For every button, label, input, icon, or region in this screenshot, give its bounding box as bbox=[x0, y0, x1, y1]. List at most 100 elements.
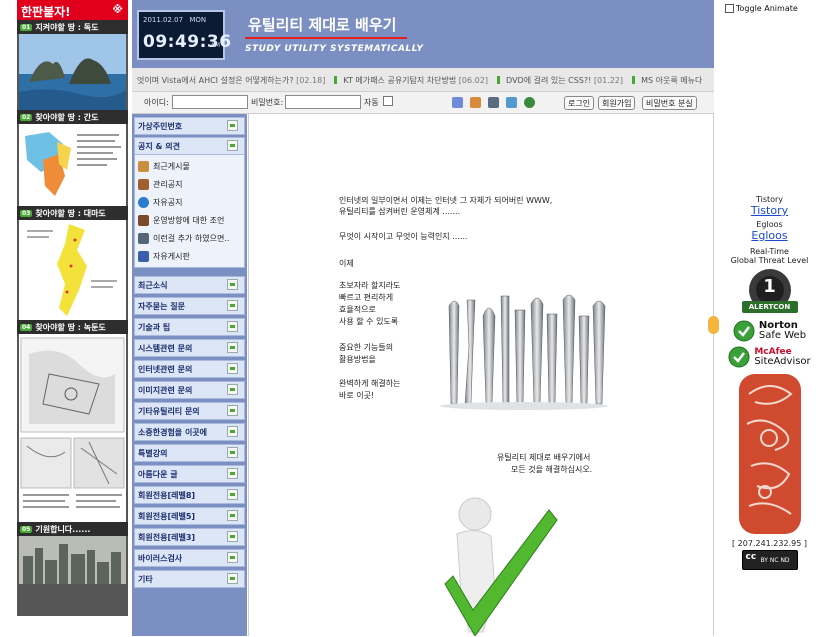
ticker-bullet-icon bbox=[631, 76, 635, 84]
checkmark-figure-icon bbox=[444, 497, 558, 636]
menu-item-icon bbox=[227, 552, 238, 563]
promo-title-daemado[interactable]: 03 찾아야할 땅 : 대마도 bbox=[17, 206, 128, 220]
gando-map-icon bbox=[19, 124, 126, 206]
site-title[interactable]: 유틸리티 제대로 배우기 bbox=[248, 14, 396, 35]
lost-password-button[interactable]: 비밀번호 분실 bbox=[642, 96, 697, 110]
auto-login-label: 자동 bbox=[364, 98, 379, 107]
submenu-recent-posts[interactable]: 최근게시물 bbox=[138, 159, 190, 173]
promo-title-gando[interactable]: 02 찾아야할 땅 : 간도 bbox=[17, 110, 128, 124]
nokdundo-map-icon bbox=[19, 334, 126, 522]
menu-item-icon bbox=[227, 531, 238, 542]
monitor-icon[interactable] bbox=[488, 97, 499, 108]
menu-item[interactable]: 이미지관련 문의 bbox=[134, 381, 245, 399]
join-button[interactable]: 회원가입 bbox=[598, 96, 636, 110]
menu-item-icon bbox=[227, 510, 238, 521]
clock-day: MON bbox=[189, 16, 207, 24]
menu-item[interactable]: 최근소식 bbox=[134, 276, 245, 294]
id-label: 아이디: bbox=[144, 98, 169, 107]
submenu-admin-notice[interactable]: 관리공지 bbox=[138, 177, 182, 191]
intro-line-11: 완벽하게 해결하는 bbox=[339, 379, 401, 388]
search-icon[interactable] bbox=[452, 97, 463, 108]
closing-line-2: 모든 것을 해결하십시오. bbox=[511, 465, 593, 474]
threat-line-1: Real-Time bbox=[750, 247, 789, 256]
main-content: 인터넷의 일부이면서 이제는 인터넷 그 자체가 되어버린 WWW, 유틸리티를… bbox=[248, 114, 714, 636]
menu-item-virtual-id[interactable]: 가상주민번호 bbox=[134, 117, 245, 135]
mcafee-check-icon bbox=[728, 346, 750, 368]
menu-item-icon bbox=[227, 426, 238, 437]
promo-header: 한판붙자! ※ bbox=[17, 0, 128, 20]
menu-item[interactable]: 회원전용[레벨8] bbox=[134, 486, 245, 504]
globe-icon[interactable] bbox=[524, 97, 535, 108]
menu-item-icon bbox=[227, 321, 238, 332]
toggle-animate-label: Toggle Animate bbox=[736, 4, 798, 13]
promo-header-title: 한판붙자! bbox=[21, 5, 71, 19]
menu-item[interactable]: 인터넷관련 문의 bbox=[134, 360, 245, 378]
ticker-item[interactable]: MS 아웃룩 메뉴다 bbox=[631, 76, 702, 85]
daemado-map-icon bbox=[19, 220, 126, 320]
password-input[interactable] bbox=[285, 95, 361, 109]
menu-item[interactable]: 자주묻는 질문 bbox=[134, 297, 245, 315]
clock-date: 2011.02.07 bbox=[143, 16, 184, 24]
tistory-label: Tistory bbox=[755, 195, 784, 204]
city-photo[interactable] bbox=[19, 536, 126, 584]
submenu-advice[interactable]: 운영방향에 대한 조언 bbox=[138, 213, 224, 227]
dokdo-photo[interactable] bbox=[19, 34, 126, 110]
menu-item[interactable]: 시스템관련 문의 bbox=[134, 339, 245, 357]
promo-title-nokdundo[interactable]: 04 찾아야할 땅 : 녹둔도 bbox=[17, 320, 128, 334]
menu-item[interactable]: 기타유틸리티 문의 bbox=[134, 402, 245, 420]
menu-item-icon bbox=[227, 573, 238, 584]
scroll-arrows-icon[interactable] bbox=[708, 316, 719, 334]
menu-item[interactable]: 소중한경험을 이곳에 bbox=[134, 423, 245, 441]
nokdundo-maps[interactable] bbox=[19, 334, 126, 522]
intro-line-8: 사용 할 수 있도록 bbox=[339, 317, 399, 326]
admin-notice-icon bbox=[138, 178, 149, 190]
network-icon[interactable] bbox=[506, 97, 517, 108]
intro-line-10: 활용방법을 bbox=[339, 355, 376, 364]
city-skyline-icon bbox=[19, 536, 126, 584]
menu-item[interactable]: 특별강의 bbox=[134, 444, 245, 462]
ticker-item[interactable]: DVD에 걸려 있는 CSS?! [01.22] bbox=[496, 76, 626, 85]
toggle-animate-checkbox[interactable] bbox=[725, 4, 734, 13]
gando-map[interactable] bbox=[19, 124, 126, 206]
tistory-link[interactable]: Tistory bbox=[751, 204, 788, 217]
dokdo-island-icon bbox=[19, 34, 126, 110]
cc-tags: BY NC ND bbox=[760, 557, 790, 564]
submenu-suggest[interactable]: 이런걸 추가 하였으면.. bbox=[138, 231, 229, 245]
login-button[interactable]: 로그인 bbox=[564, 96, 595, 110]
menu-item[interactable]: 기술과 팁 bbox=[134, 318, 245, 336]
menu-item-notice[interactable]: 공지 & 의견 bbox=[134, 137, 245, 155]
submenu-free-board[interactable]: 자유게시판 bbox=[138, 249, 190, 263]
menu-item-icon bbox=[227, 300, 238, 311]
promo-title-dokdo[interactable]: 01 지켜야할 땅 : 독도 bbox=[17, 20, 128, 34]
mcafee-badge[interactable]: McAfee SiteAdvisor bbox=[722, 346, 817, 368]
menu-item[interactable]: 회원전용[레벨5] bbox=[134, 507, 245, 525]
menu-item[interactable]: 기타 bbox=[134, 570, 245, 588]
site-header: 2011.02.07 MON 09:49:36 AM 유틸리티 제대로 배우기 … bbox=[132, 0, 714, 68]
auto-login-checkbox[interactable] bbox=[383, 96, 393, 106]
ip-address: [ 207.241.232.95 ] bbox=[732, 539, 807, 548]
promo-title-wish[interactable]: 05 기원합니다...... bbox=[17, 522, 128, 536]
menu-item[interactable]: 바이러스검사 bbox=[134, 549, 245, 567]
promo-close-icon[interactable]: ※ bbox=[112, 3, 123, 16]
promo-sidebar: 한판붙자! ※ 01 지켜야할 땅 : 독도 02 찾아야할 땅 : 간도 03… bbox=[17, 0, 128, 616]
intro-line-4: 이제 bbox=[339, 259, 354, 268]
daemado-map[interactable] bbox=[19, 220, 126, 320]
news-ticker: 엇이며 Vista에서 AHCI 설정은 어떻게하는가? [02.18] KT … bbox=[132, 68, 714, 92]
side-menu: 가상주민번호 공지 & 의견 최근게시물 관리공지 자유공지 운영방향에 대한 … bbox=[132, 114, 247, 636]
id-input[interactable] bbox=[172, 95, 248, 109]
norton-badge[interactable]: Norton Safe Web bbox=[722, 320, 817, 342]
toggle-animate[interactable]: Toggle Animate bbox=[725, 4, 798, 13]
menu-item[interactable]: 아름다운 글 bbox=[134, 465, 245, 483]
digital-clock: 2011.02.07 MON 09:49:36 AM bbox=[137, 10, 231, 60]
alertcon-badge[interactable]: 1 ALERTCON bbox=[740, 268, 800, 316]
submenu-free-notice[interactable]: 자유공지 bbox=[138, 195, 182, 209]
creative-commons-badge[interactable]: cc BY NC ND bbox=[741, 550, 798, 570]
ticker-item[interactable]: 엇이며 Vista에서 AHCI 설정은 어떻게하는가? [02.18] bbox=[137, 76, 328, 85]
ticker-item[interactable]: KT 메가패스 공유기탐지 차단방법 [06.02] bbox=[333, 76, 491, 85]
intro-line-6: 빠르고 편리하게 bbox=[339, 293, 394, 302]
rss-icon[interactable] bbox=[470, 97, 481, 108]
egloos-link[interactable]: Egloos bbox=[751, 229, 787, 242]
free-notice-icon bbox=[138, 196, 149, 208]
menu-item[interactable]: 회원전용[레벨3] bbox=[134, 528, 245, 546]
intro-line-2: 유틸리티를 삼켜버린 운영체계 ....... bbox=[339, 207, 461, 216]
